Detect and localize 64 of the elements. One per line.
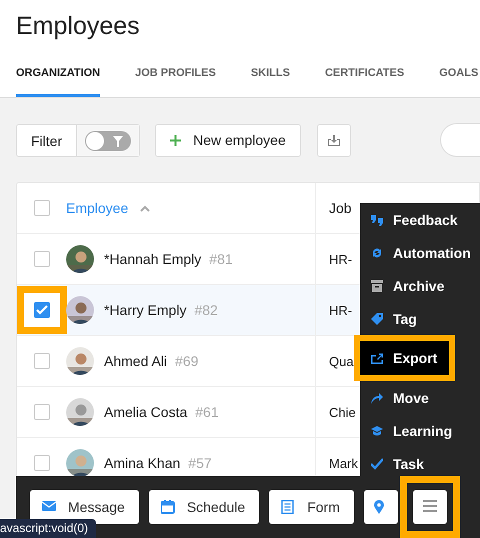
menu-item[interactable]: Learning [360,414,480,447]
import-button[interactable] [316,124,351,156]
box-icon [371,280,383,292]
employee-number: #57 [188,455,212,471]
menu-item[interactable]: Automation [360,236,480,269]
employee-number: #69 [175,353,198,369]
menu-item[interactable]: Export [360,341,449,375]
page-title: Employees [16,12,141,41]
employee-name[interactable]: *Harry Emply [104,302,186,318]
form-button[interactable]: Form [269,490,354,524]
curved-arrow-icon [371,392,383,404]
tab[interactable]: GOALS [439,50,478,97]
search-field[interactable] [440,123,480,157]
tab[interactable]: JOB PROFILES [135,50,216,97]
menu-item[interactable]: Archive [360,269,480,302]
employee-name[interactable]: *Hannah Emply [104,251,202,267]
menu-item[interactable]: Tag [360,302,480,335]
job-title: HR- [329,302,352,318]
schedule-button[interactable]: Schedule [148,490,260,524]
menu-icon [422,500,437,514]
quote-icon [371,214,383,226]
job-title: Mark [329,456,358,470]
new-employee-button[interactable]: New employee [155,124,301,156]
filter-icon [113,136,124,146]
message-button[interactable]: Message [30,490,139,524]
filter-control[interactable]: Filter [16,124,140,156]
employee-name[interactable]: Ahmed Ali [104,353,168,369]
job-title: Qua [329,354,354,368]
menu-button[interactable] [412,490,447,524]
tab[interactable]: SKILLS [250,50,290,97]
column-header[interactable]: Job [329,200,352,216]
sync-icon [371,246,383,258]
menu-item[interactable]: Move [360,381,480,414]
tab[interactable]: CERTIFICATES [324,50,404,97]
tray-icon [328,134,340,146]
row-checkbox[interactable] [34,353,50,369]
document-icon [281,500,296,514]
menu-item[interactable]: Feedback [360,203,480,236]
check-icon [371,458,383,470]
sort-up-icon [140,204,150,212]
row-checkbox[interactable] [34,404,50,420]
menu-item[interactable]: Task [360,447,480,480]
calendar-icon [160,500,175,514]
plus-icon [170,134,182,146]
tab[interactable]: ORGANIZATION [16,50,100,97]
job-title: HR- [329,252,352,266]
filter-label: Filter [30,132,64,150]
toggle-switch[interactable] [85,130,132,150]
export-icon [371,352,383,364]
location-button[interactable] [364,490,398,524]
employee-number: #61 [195,404,219,420]
status-url: avascript:void(0) [0,519,96,538]
employee-number: #82 [194,302,218,318]
employee-name[interactable]: Amina Khan [104,455,180,471]
employee-name[interactable]: Amelia Costa [104,404,188,420]
select-all-checkbox[interactable] [34,200,50,216]
graduation-cap-icon [371,424,383,436]
row-checkbox[interactable] [34,251,50,267]
row-checkbox[interactable] [34,455,50,471]
job-title: Chie [329,404,356,420]
employee-number: #81 [209,251,233,267]
tag-icon [371,312,383,324]
row-checkbox[interactable] [34,302,50,318]
envelope-icon [42,500,56,514]
